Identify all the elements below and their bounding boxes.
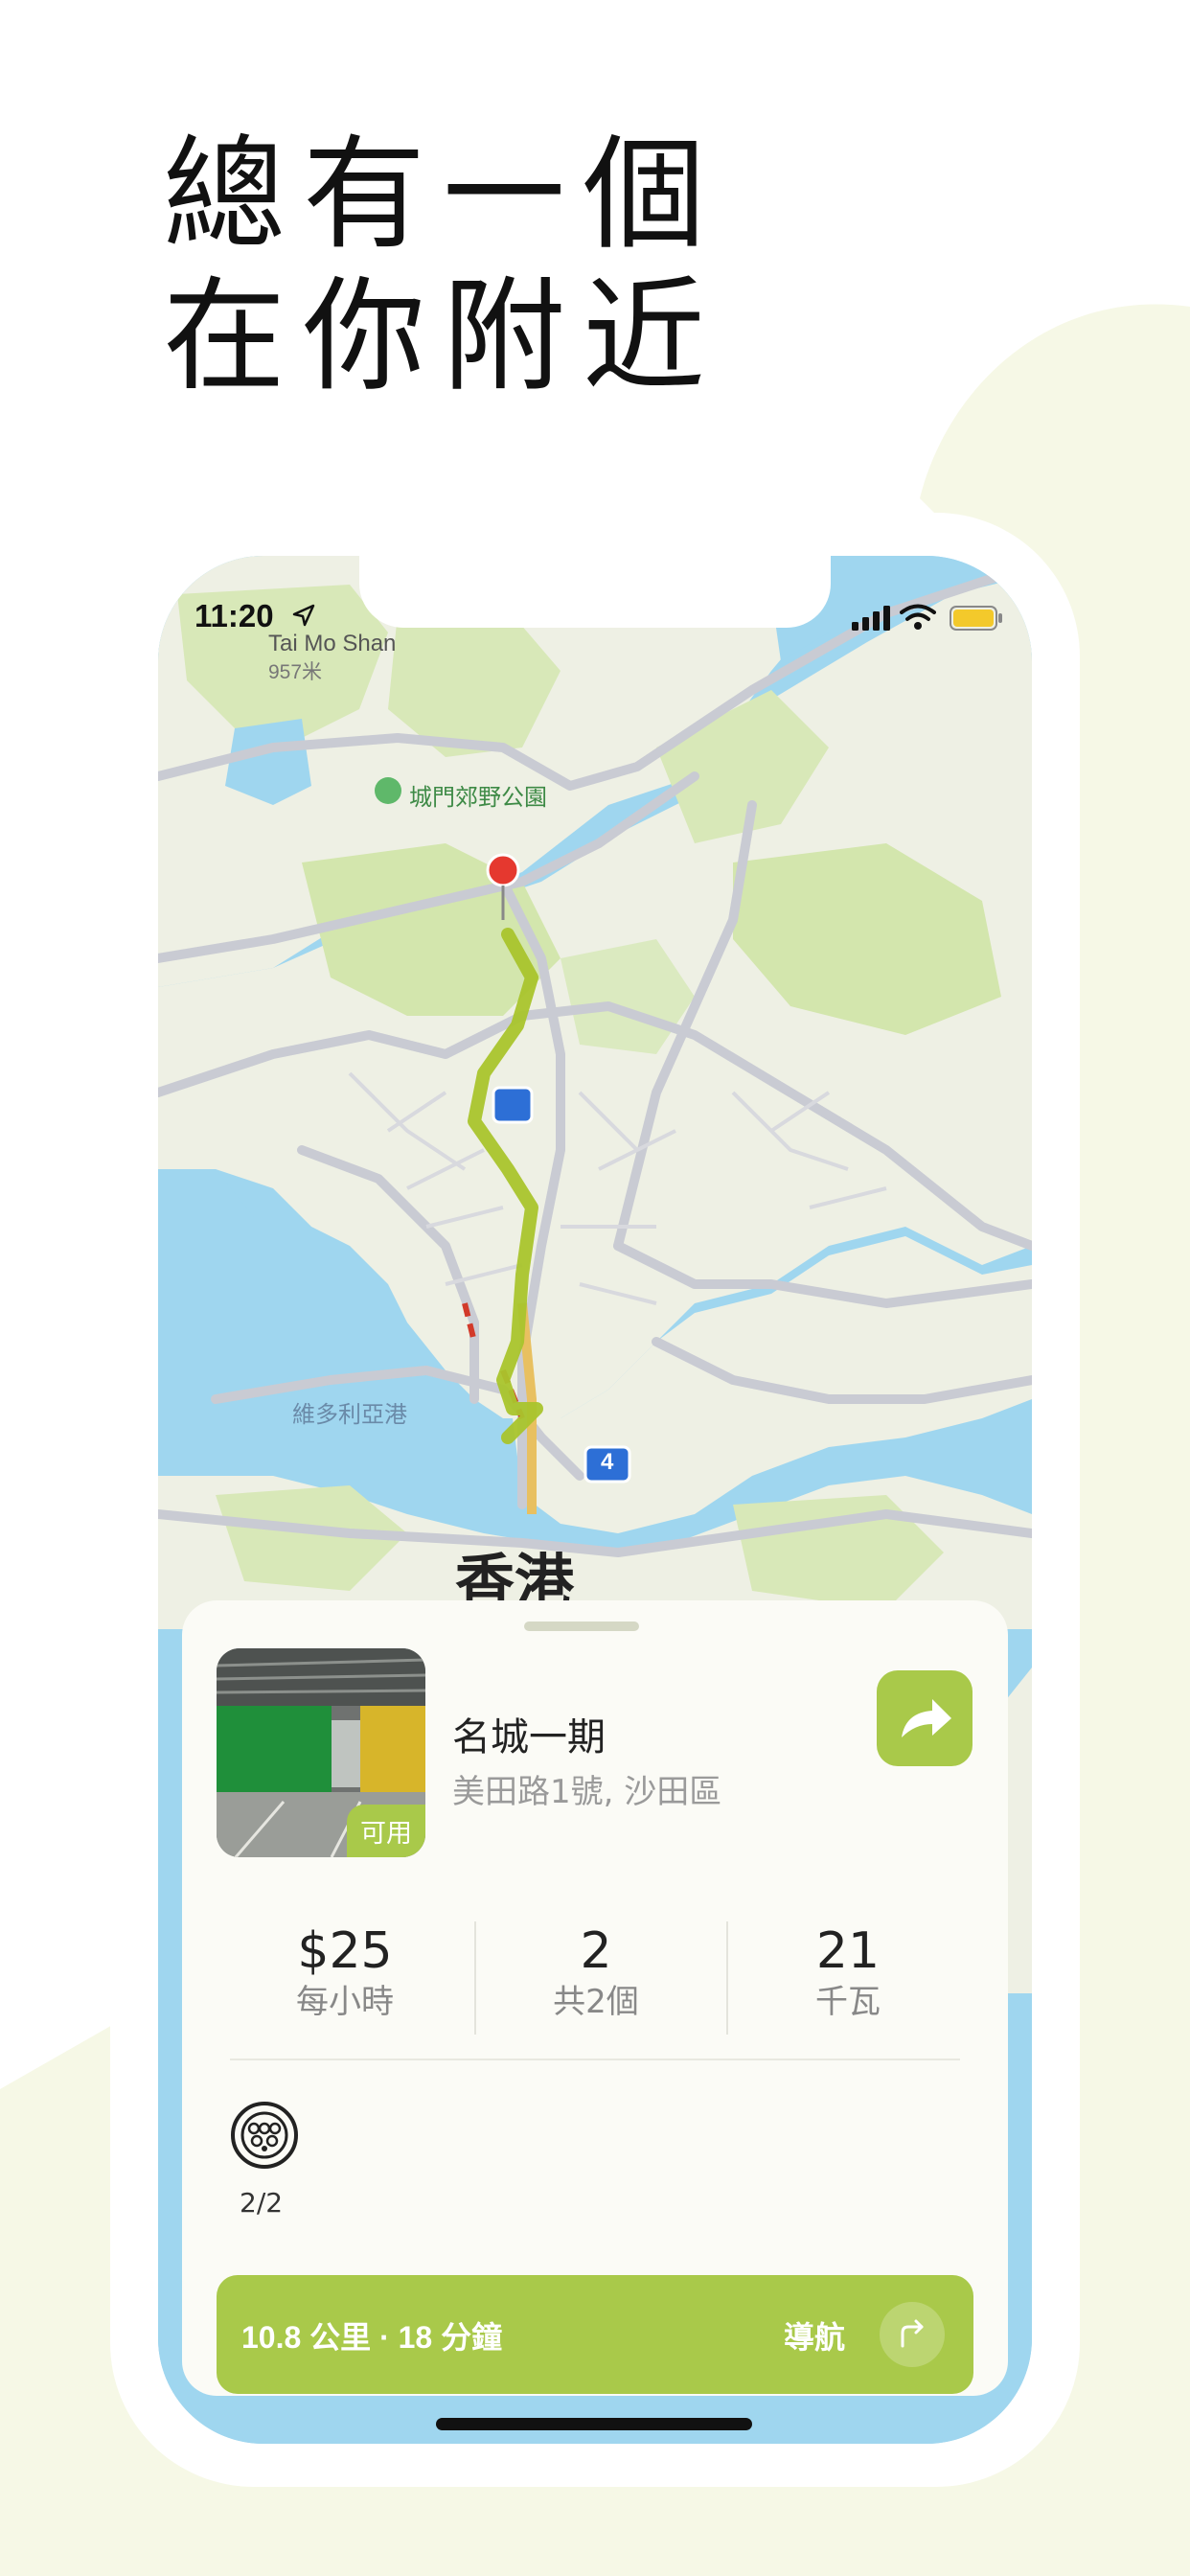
stat-power: 21 千瓦 [723,1921,973,2023]
station-address: 美田路1號, 沙田區 [452,1773,722,1811]
type2-connector-icon[interactable] [228,2099,301,2172]
station-card[interactable]: 可用 名城一期 美田路1號, 沙田區 $25 每小時 2 共2個 21 千瓦 2… [182,1600,1008,2396]
power-value: 21 [815,1922,881,1980]
status-badge: 可用 [347,1805,425,1857]
chargers-label: 共2個 [553,1983,639,2021]
wifi-icon [900,604,936,630]
status-bar: 11:20 [158,556,1032,642]
status-time: 11:20 [195,598,274,633]
turn-right-icon [901,2319,924,2348]
cellular-signal-icon [852,606,890,631]
station-stats: $25 每小時 2 共2個 21 千瓦 [220,1921,970,2036]
battery-icon [950,606,1002,631]
share-arrow-icon [902,1699,951,1737]
home-indicator[interactable] [436,2418,752,2430]
location-arrow-icon [292,604,315,627]
stat-price: $25 每小時 [220,1921,469,2023]
price-label: 每小時 [296,1983,394,2021]
route-shield-label: 4 [601,1449,614,1475]
headline: 總有一個 在你附近 [163,125,722,408]
distance-time: 10.8 公里 · 18 分鐘 [241,2320,503,2355]
sheet-grabber[interactable] [524,1622,639,1631]
phone-screen: Tai Mo Shan 957米 城門郊野公園 維多利亞港 香港 4 11:20 [158,556,1032,2444]
navigate-button[interactable]: 10.8 公里 · 18 分鐘 導航 [217,2275,973,2394]
chargers-value: 2 [580,1922,612,1980]
phone-frame: Tai Mo Shan 957米 城門郊野公園 維多利亞港 香港 4 11:20 [110,513,1080,2487]
headline-line-1: 總有一個 [163,124,723,266]
stat-chargers: 2 共2個 [471,1921,721,2023]
connector-availability: 2/2 [240,2187,284,2219]
station-name: 名城一期 [452,1715,606,1760]
price-value: $25 [297,1922,393,1980]
headline-line-2: 在你附近 [163,265,723,408]
harbour-label: 維多利亞港 [292,1401,407,1428]
navigate-label: 導航 [784,2320,846,2355]
power-label: 千瓦 [815,1983,881,2021]
divider [230,2058,960,2060]
station-photo[interactable]: 可用 [217,1648,425,1857]
peak-elevation: 957米 [268,661,323,683]
park-label: 城門郊野公園 [409,784,547,811]
directions-share-button[interactable] [877,1670,973,1766]
navigate-circle [880,2302,945,2367]
